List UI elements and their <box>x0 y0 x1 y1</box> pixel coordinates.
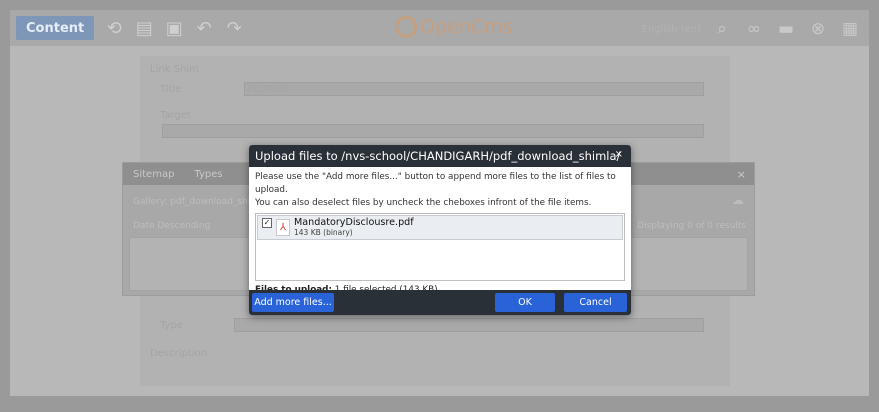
tab-types[interactable]: Types <box>184 163 232 185</box>
upload-cloud-icon[interactable]: ☁ <box>732 193 744 207</box>
folder-icon[interactable]: ▬ <box>775 18 797 40</box>
field-label-title: Title <box>160 84 182 95</box>
target-field[interactable] <box>162 124 704 138</box>
type-field[interactable] <box>234 318 704 332</box>
upload-dialog-header: Upload files to /nvs-school/CHANDIGARH/p… <box>249 145 631 167</box>
close-icon[interactable]: × <box>615 149 623 160</box>
file-list: ✓ ⅄ MandatoryDisclousre.pdf 143 KB (bina… <box>255 213 625 281</box>
title-value: PICTURE <box>247 84 290 95</box>
save-icon[interactable]: ▤ <box>134 18 154 39</box>
search-icon[interactable]: ⌕ <box>711 18 733 40</box>
file-size: 143 KB (binary) <box>294 228 353 237</box>
file-info: MandatoryDisclousre.pdf 143 KB (binary) <box>294 217 414 238</box>
undo-icon[interactable]: ↶ <box>194 18 214 39</box>
close-circle-icon[interactable]: ⊗ <box>807 18 829 40</box>
history-icon[interactable]: ⟲ <box>104 18 124 39</box>
redo-icon[interactable]: ↷ <box>224 18 244 39</box>
file-name: MandatoryDisclousre.pdf <box>294 217 414 228</box>
gallery-path: Gallery: pdf_download_shim <box>133 197 260 207</box>
upload-instruction-1: Please use the "Add more files..." butto… <box>255 172 616 195</box>
upload-dialog: Upload files to /nvs-school/CHANDIGARH/p… <box>249 145 631 315</box>
upload-dialog-footer: Add more files... OK Cancel <box>249 290 631 315</box>
gallery-results-count: Displaying 0 of 0 results <box>637 221 746 231</box>
tab-sitemap[interactable]: Sitemap <box>123 163 184 185</box>
pdf-file-icon: ⅄ <box>276 219 290 236</box>
add-more-files-button[interactable]: Add more files... <box>252 293 334 312</box>
toolbar-right: English (en) ⌕ ∞ ▬ ⊗ ▦ <box>641 18 861 40</box>
field-label-link: Link Shim <box>150 64 199 75</box>
top-toolbar: Content ⟲ ▤ ▣ ↶ ↷ OpenCms English (en) ⌕… <box>10 10 869 46</box>
ok-button[interactable]: OK <box>495 293 555 312</box>
gallery-close-icon[interactable]: × <box>737 168 746 181</box>
field-label-type: Type <box>160 320 183 331</box>
cancel-button[interactable]: Cancel <box>564 293 627 312</box>
logo-circle-icon <box>395 16 417 38</box>
language-label[interactable]: English (en) <box>641 24 701 35</box>
content-button[interactable]: Content <box>16 16 95 40</box>
upload-dialog-body: Please use the "Add more files..." butto… <box>249 167 631 295</box>
opencms-logo: OpenCms <box>395 16 512 38</box>
file-item[interactable]: ✓ ⅄ MandatoryDisclousre.pdf 143 KB (bina… <box>257 215 623 240</box>
grid-icon[interactable]: ▦ <box>839 18 861 40</box>
upload-instruction-2: You can also deselect files by uncheck t… <box>255 198 592 208</box>
link-icon[interactable]: ∞ <box>743 18 765 40</box>
gallery-sort[interactable]: Date Descending <box>133 221 210 231</box>
title-field[interactable]: PICTURE <box>244 82 704 96</box>
field-label-target: Target <box>160 110 191 121</box>
file-checkbox[interactable]: ✓ <box>262 217 272 228</box>
save-exit-icon[interactable]: ▣ <box>164 18 184 39</box>
upload-dialog-title: Upload files to /nvs-school/CHANDIGARH/p… <box>255 149 621 163</box>
field-label-description: Description <box>150 348 207 359</box>
logo-text: OpenCms <box>420 16 513 38</box>
